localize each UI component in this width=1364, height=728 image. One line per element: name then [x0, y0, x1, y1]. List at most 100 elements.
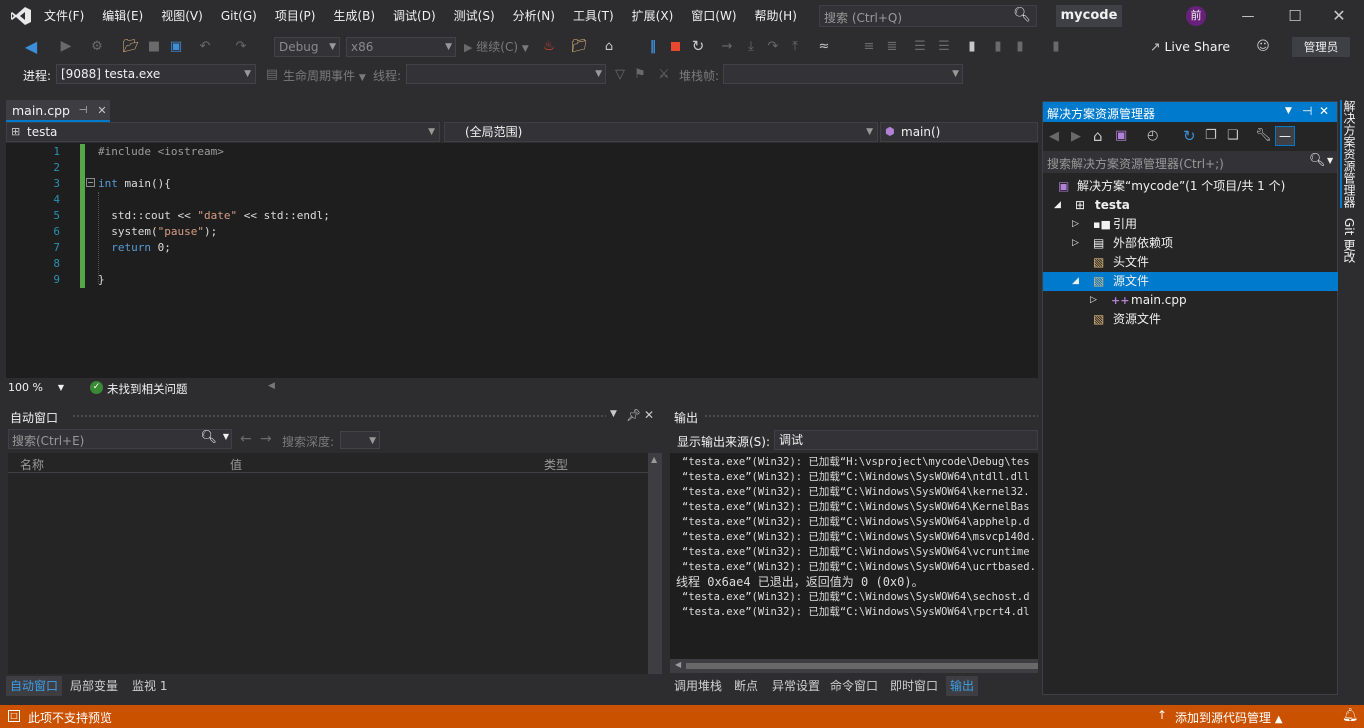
- thread-select[interactable]: ▼: [406, 64, 606, 84]
- step-into-icon[interactable]: ⤓: [742, 37, 760, 55]
- show-all-files-icon[interactable]: ❑: [1227, 128, 1239, 143]
- menu-item-7[interactable]: 测试(S): [445, 0, 504, 32]
- window-pin-icon[interactable]: 📌︎: [626, 408, 641, 422]
- new-project-icon[interactable]: ⚙: [88, 37, 106, 55]
- pin-icon[interactable]: ⊣: [77, 104, 89, 116]
- browser-icon[interactable]: ⌂: [600, 37, 618, 55]
- live-share-button[interactable]: ↗ Live Share: [1150, 38, 1230, 56]
- tree-header-files[interactable]: ▧ 头文件: [1043, 253, 1338, 272]
- search-depth-select[interactable]: ▼: [340, 431, 380, 449]
- tree-external-deps[interactable]: ▷ ▤ 外部依赖项: [1043, 234, 1338, 253]
- output-source-select[interactable]: 调试: [774, 430, 1038, 450]
- se-search-icon[interactable]: 🔍︎: [1309, 153, 1326, 168]
- output-text[interactable]: “testa.exe”(Win32): 已加载“H:\vsproject\myc…: [670, 453, 1038, 659]
- window-menu-icon[interactable]: ▼: [610, 409, 617, 419]
- menu-item-8[interactable]: 分析(N): [504, 0, 564, 32]
- search-box[interactable]: 搜索 (Ctrl+Q) 🔍︎: [819, 5, 1037, 27]
- nav-member-select[interactable]: ⬢ main(): [880, 122, 1038, 142]
- add-to-source-control[interactable]: 添加到源代码管理 ▲: [1175, 709, 1283, 726]
- collapsed-icon[interactable]: ▷: [1072, 215, 1079, 234]
- process-select[interactable]: [9088] testa.exe ▼: [56, 64, 256, 84]
- se-menu-icon[interactable]: ▼: [1285, 106, 1292, 116]
- close-icon[interactable]: ✕: [1331, 6, 1347, 25]
- output-hscroll[interactable]: ◀: [670, 659, 1038, 673]
- collapsed-icon[interactable]: ▷: [1072, 234, 1079, 253]
- search-icon[interactable]: 🔍︎: [1013, 7, 1031, 23]
- menu-item-0[interactable]: 文件(F): [35, 0, 93, 32]
- search-back-icon[interactable]: ←: [240, 431, 252, 447]
- forward-icon[interactable]: ▶: [57, 37, 75, 55]
- tree-main-cpp[interactable]: ▷ ++ main.cpp: [1043, 291, 1338, 310]
- col-type[interactable]: 类型: [544, 456, 568, 473]
- home-icon[interactable]: ⌂: [1093, 127, 1103, 145]
- back-icon[interactable]: ◀: [22, 37, 40, 56]
- editor-tab[interactable]: main.cpp ⊣ ✕: [6, 100, 110, 122]
- bottom-tab-bottom-tabs-right-1[interactable]: 断点: [730, 676, 762, 696]
- properties-icon[interactable]: 🔧︎: [1255, 128, 1272, 143]
- indent-icon[interactable]: ☰: [911, 37, 929, 55]
- sync-icon[interactable]: ↻: [1183, 127, 1196, 145]
- tree-source-files[interactable]: ◢ ▧ 源文件: [1043, 272, 1338, 291]
- search-forward-icon[interactable]: →: [260, 431, 272, 447]
- side-tab-git-changes[interactable]: Git 更改: [1340, 218, 1358, 268]
- expanded-icon[interactable]: ◢: [1054, 196, 1061, 215]
- menu-item-4[interactable]: 项目(P): [266, 0, 325, 32]
- menu-item-12[interactable]: 帮助(H): [746, 0, 806, 32]
- bottom-tab-bottom-tabs-right-3[interactable]: 命令窗口: [826, 676, 882, 696]
- expanded-icon[interactable]: ◢: [1072, 272, 1079, 291]
- restart-icon[interactable]: ↻: [689, 37, 707, 55]
- menu-item-9[interactable]: 工具(T): [564, 0, 623, 32]
- menu-item-10[interactable]: 扩展(X): [623, 0, 683, 32]
- collapsed-icon[interactable]: ▷: [1090, 291, 1097, 310]
- configuration-select[interactable]: Debug ▼: [274, 37, 340, 57]
- menu-item-11[interactable]: 窗口(W): [682, 0, 745, 32]
- search-input[interactable]: 搜索 (Ctrl+Q): [824, 9, 902, 26]
- bottom-tab-bottom-tabs-left-1[interactable]: 局部变量: [66, 676, 122, 696]
- menu-item-1[interactable]: 编辑(E): [93, 0, 152, 32]
- se-pin-icon[interactable]: ⊣: [1302, 104, 1312, 118]
- maximize-icon[interactable]: ☐: [1287, 7, 1303, 25]
- platform-select[interactable]: x86 ▼: [346, 37, 456, 57]
- step-over-icon[interactable]: ↷: [764, 37, 782, 55]
- redo-icon[interactable]: ↷: [232, 37, 250, 55]
- continue-button[interactable]: ▶ 继续(C) ▼: [464, 38, 529, 56]
- se-forward-icon[interactable]: ▶: [1071, 129, 1081, 144]
- show-next-statement-icon[interactable]: →: [718, 37, 736, 55]
- menu-item-6[interactable]: 调试(D): [384, 0, 445, 32]
- tree-resource-files[interactable]: ▧ 资源文件: [1043, 310, 1338, 329]
- lifecycle-events-button[interactable]: 生命周期事件 ▼: [283, 67, 366, 84]
- bottom-tab-bottom-tabs-right-4[interactable]: 即时窗口: [886, 676, 942, 696]
- clear-bookmarks-icon[interactable]: ▮: [1048, 37, 1064, 55]
- side-tab-solution-explorer[interactable]: 解决方案资源管理器: [1340, 100, 1358, 208]
- col-value[interactable]: 值: [230, 456, 242, 473]
- save-all-icon[interactable]: ▣: [167, 37, 185, 55]
- uncomment-icon[interactable]: ≣: [883, 37, 901, 55]
- zoom-select[interactable]: 100 % ▼: [8, 379, 66, 396]
- menu-item-5[interactable]: 生成(B): [324, 0, 384, 32]
- bottom-tab-bottom-tabs-left-2[interactable]: 监视 1: [128, 676, 171, 696]
- window-close-icon[interactable]: ✕: [644, 408, 654, 422]
- flag-threads-icon[interactable]: ⚔: [656, 66, 672, 82]
- tree-references[interactable]: ▷ ▪■ 引用: [1043, 215, 1338, 234]
- tree-solution[interactable]: ▣ 解决方案“mycode”(1 个项目/共 1 个): [1043, 177, 1338, 196]
- switch-views-icon[interactable]: ▣: [1115, 128, 1127, 143]
- feedback-icon[interactable]: ☺: [1254, 37, 1272, 55]
- nav-project-select[interactable]: ⊞ testa ▼: [6, 122, 440, 142]
- menu-item-2[interactable]: 视图(V): [152, 0, 212, 32]
- hscroll-left-icon[interactable]: ◀: [268, 381, 275, 391]
- se-close-icon[interactable]: ✕: [1319, 104, 1329, 118]
- autos-search-input[interactable]: 搜索(Ctrl+E) 🔍︎ ▼: [8, 429, 232, 449]
- code-area[interactable]: #include <iostream> int main(){ std::cou…: [98, 144, 1028, 288]
- stack-frame-select[interactable]: ▼: [723, 64, 963, 84]
- thread-icon[interactable]: ≈: [815, 37, 833, 55]
- stop-icon[interactable]: [671, 42, 680, 51]
- notifications-icon[interactable]: 🔔︎: [1342, 708, 1359, 723]
- bottom-tab-bottom-tabs-right-2[interactable]: 异常设置: [768, 676, 824, 696]
- flag-icon[interactable]: ⚑: [632, 66, 648, 82]
- pause-icon[interactable]: ‖: [645, 37, 661, 55]
- step-out-icon[interactable]: ⤒: [786, 37, 804, 55]
- editor-vscroll[interactable]: [1028, 144, 1038, 378]
- pending-changes-icon[interactable]: ◴: [1147, 128, 1158, 143]
- bottom-tab-bottom-tabs-right-5[interactable]: 输出: [946, 676, 979, 696]
- col-name[interactable]: 名称: [20, 456, 44, 473]
